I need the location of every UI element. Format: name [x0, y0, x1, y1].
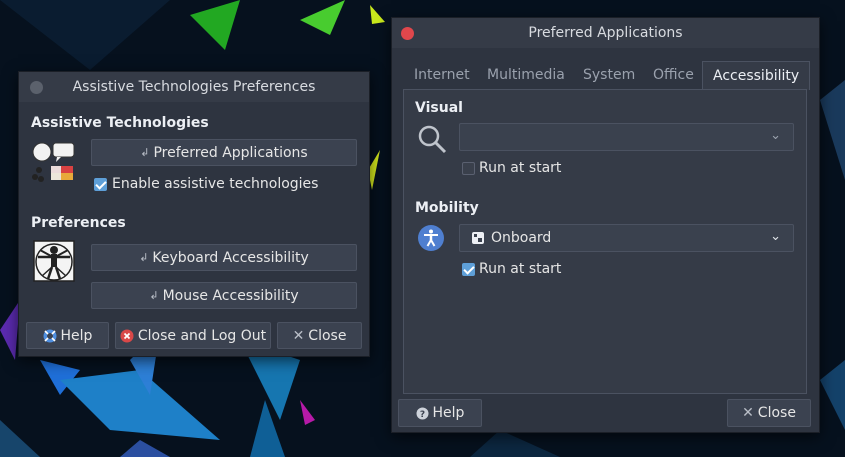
mobility-run-at-start-label[interactable]: Run at start [479, 261, 561, 277]
close-and-logout-label: Close and Log Out [137, 327, 267, 344]
help-icon: ? [416, 407, 429, 420]
help-label: Help [60, 327, 93, 344]
launch-arrow-icon: ↲ [140, 146, 150, 159]
vitruvian-man-icon [33, 240, 75, 282]
tab-accessibility[interactable]: Accessibility [702, 61, 811, 90]
assistive-technologies-window: Assistive Technologies Preferences Assis… [18, 71, 370, 357]
help-label: Help [432, 405, 465, 421]
tab-strip: Internet Multimedia System Office Access… [403, 61, 811, 90]
mobility-run-at-start-checkbox[interactable] [462, 263, 475, 276]
mouse-accessibility-label: Mouse Accessibility [162, 287, 299, 304]
enable-assistive-label[interactable]: Enable assistive technologies [112, 176, 318, 192]
svg-text:?: ? [419, 410, 424, 420]
launch-arrow-icon: ↲ [149, 289, 159, 302]
window-close-dot[interactable] [30, 81, 43, 94]
assistive-technologies-heading: Assistive Technologies [31, 115, 209, 131]
keyboard-accessibility-button[interactable]: ↲ Keyboard Accessibility [91, 244, 357, 271]
preferred-window-titlebar[interactable]: Preferred Applications [392, 18, 819, 48]
preferred-applications-label: Preferred Applications [153, 144, 308, 161]
magnifier-icon [418, 125, 447, 154]
assistive-technologies-icon [32, 142, 75, 182]
close-label: Close [757, 405, 796, 421]
close-x-icon: ✕ [742, 405, 754, 421]
preferred-applications-window: Preferred Applications Internet Multimed… [391, 17, 820, 433]
close-button[interactable]: ✕ Close [727, 399, 811, 427]
keyboard-accessibility-label: Keyboard Accessibility [152, 249, 309, 266]
visual-run-at-start-label[interactable]: Run at start [479, 160, 561, 176]
close-label: Close [308, 327, 347, 344]
mobility-combo-value: Onboard [491, 230, 552, 246]
accessibility-person-icon [418, 225, 444, 251]
preferences-heading: Preferences [31, 215, 126, 231]
assistive-window-title: Assistive Technologies Preferences [72, 79, 316, 95]
tab-internet[interactable]: Internet [414, 61, 470, 89]
preferred-applications-button[interactable]: ↲ Preferred Applications [91, 139, 357, 166]
window-close-dot[interactable] [401, 27, 414, 40]
help-button[interactable]: Help [26, 322, 109, 349]
chevron-down-icon: ⌄ [770, 229, 781, 244]
assistive-window-titlebar[interactable]: Assistive Technologies Preferences [19, 72, 369, 102]
close-button[interactable]: ✕ Close [277, 322, 362, 349]
launch-arrow-icon: ↲ [139, 251, 149, 264]
mouse-accessibility-button[interactable]: ↲ Mouse Accessibility [91, 282, 357, 309]
help-button[interactable]: ? Help [398, 399, 482, 427]
tab-system[interactable]: System [583, 61, 635, 89]
onboard-keyboard-icon [472, 232, 484, 244]
chevron-down-icon: ⌄ [770, 128, 781, 143]
tab-office[interactable]: Office [653, 61, 694, 89]
logout-icon [120, 329, 134, 342]
visual-heading: Visual [415, 100, 463, 116]
tab-multimedia[interactable]: Multimedia [487, 61, 565, 89]
enable-assistive-checkbox[interactable] [94, 178, 107, 191]
help-icon [43, 329, 57, 342]
close-and-logout-button[interactable]: Close and Log Out [115, 322, 271, 349]
close-x-icon: ✕ [292, 327, 305, 344]
visual-run-at-start-checkbox[interactable] [462, 162, 475, 175]
preferred-window-title: Preferred Applications [528, 25, 683, 41]
visual-app-combo[interactable]: ⌄ [459, 123, 794, 151]
mobility-heading: Mobility [415, 200, 479, 216]
mobility-app-combo[interactable]: Onboard ⌄ [459, 224, 794, 252]
